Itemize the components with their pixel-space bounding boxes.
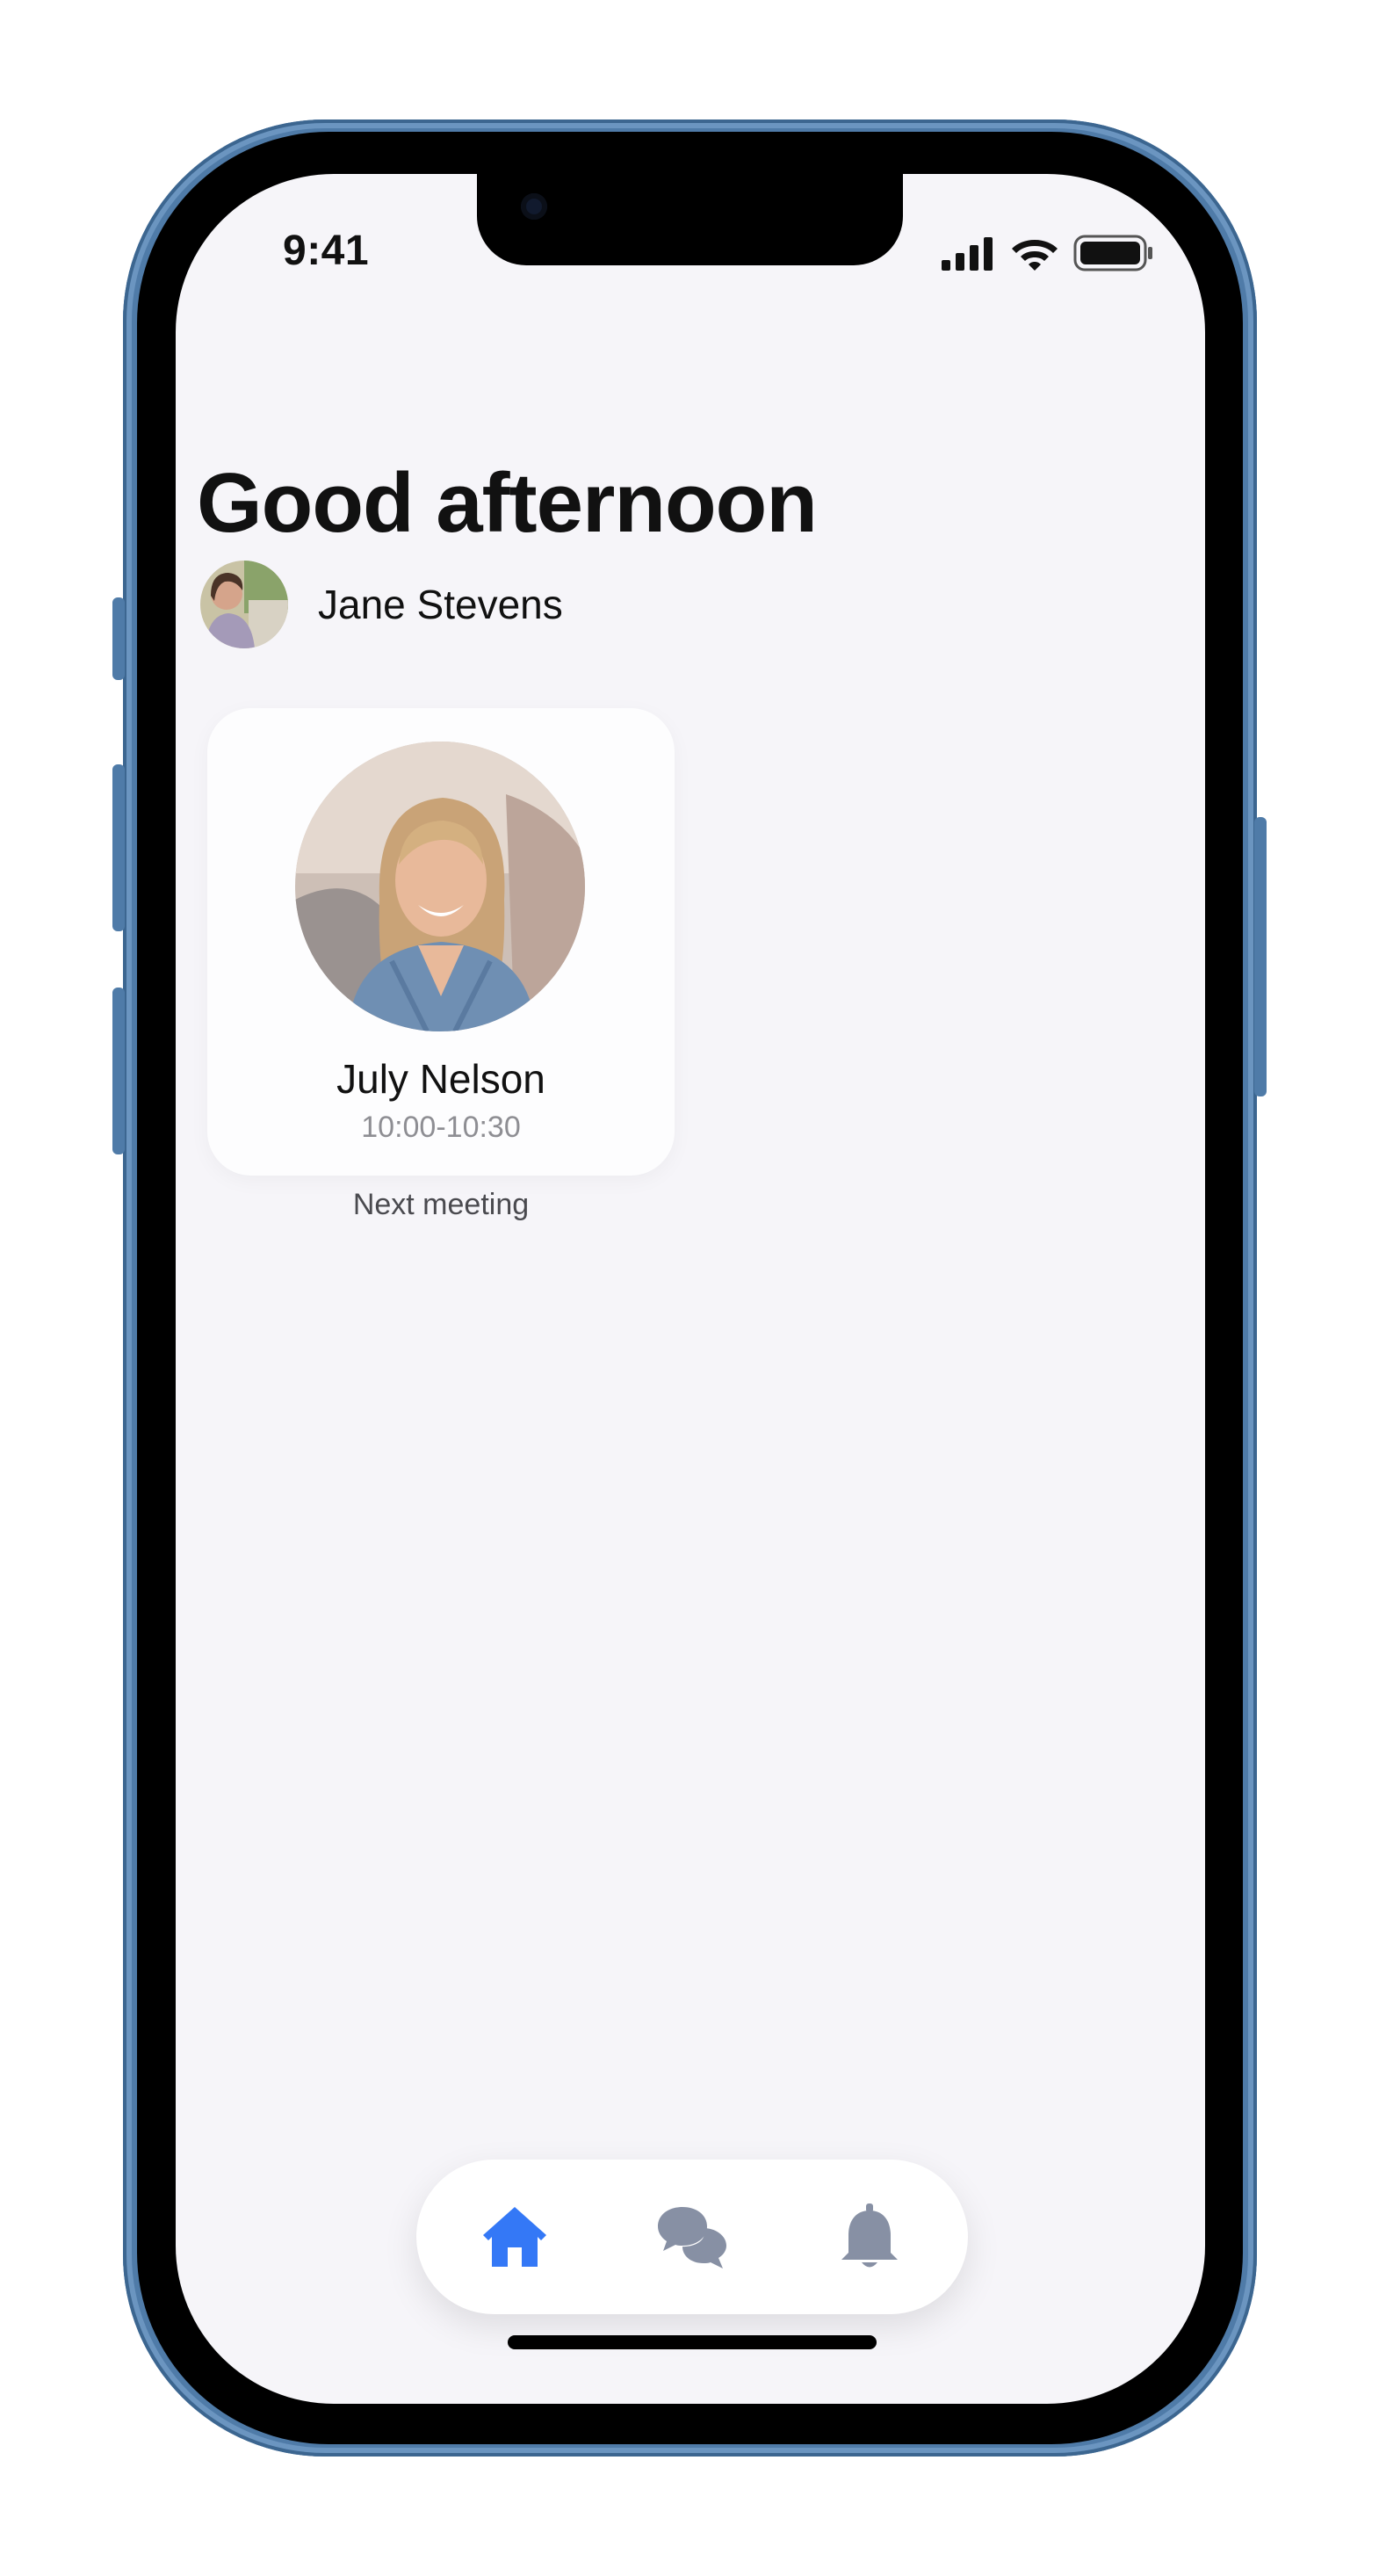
side-button-volume-down	[112, 988, 125, 1154]
wifi-icon	[1012, 240, 1058, 271]
battery-icon	[1073, 235, 1152, 271]
status-icons	[942, 234, 1154, 272]
tab-notifications[interactable]	[831, 2198, 908, 2276]
tab-bar	[416, 2160, 968, 2314]
front-camera	[521, 193, 547, 220]
side-button-power	[1254, 817, 1267, 1096]
next-meeting-card[interactable]: July Nelson 10:00-10:30	[207, 708, 675, 1176]
meeting-contact-name: July Nelson	[336, 1056, 545, 1102]
cellular-signal-icon	[942, 237, 993, 271]
notch	[477, 174, 903, 265]
status-time: 9:41	[283, 228, 370, 274]
meeting-contact-photo	[295, 742, 585, 1031]
side-button-volume-up	[112, 764, 125, 931]
tab-messages[interactable]	[653, 2198, 731, 2276]
user-name: Jane Stevens	[318, 582, 563, 627]
tab-home[interactable]	[476, 2198, 553, 2276]
home-icon	[483, 2207, 546, 2267]
screen: 9:41 Good afternoon Jane Stevens July Ne…	[176, 174, 1205, 2404]
bell-icon	[841, 2203, 898, 2268]
home-indicator[interactable]	[508, 2335, 877, 2349]
user-avatar[interactable]	[200, 561, 288, 648]
meeting-time: 10:00-10:30	[361, 1111, 521, 1144]
next-meeting-caption: Next meeting	[352, 1188, 530, 1221]
meeting-contact-avatar	[295, 742, 585, 1031]
side-button-silent	[112, 597, 125, 680]
user-avatar-photo	[200, 561, 288, 648]
user-row[interactable]: Jane Stevens	[200, 561, 563, 648]
chat-bubbles-icon	[658, 2207, 726, 2268]
greeting-title: Good afternoon	[197, 456, 818, 550]
